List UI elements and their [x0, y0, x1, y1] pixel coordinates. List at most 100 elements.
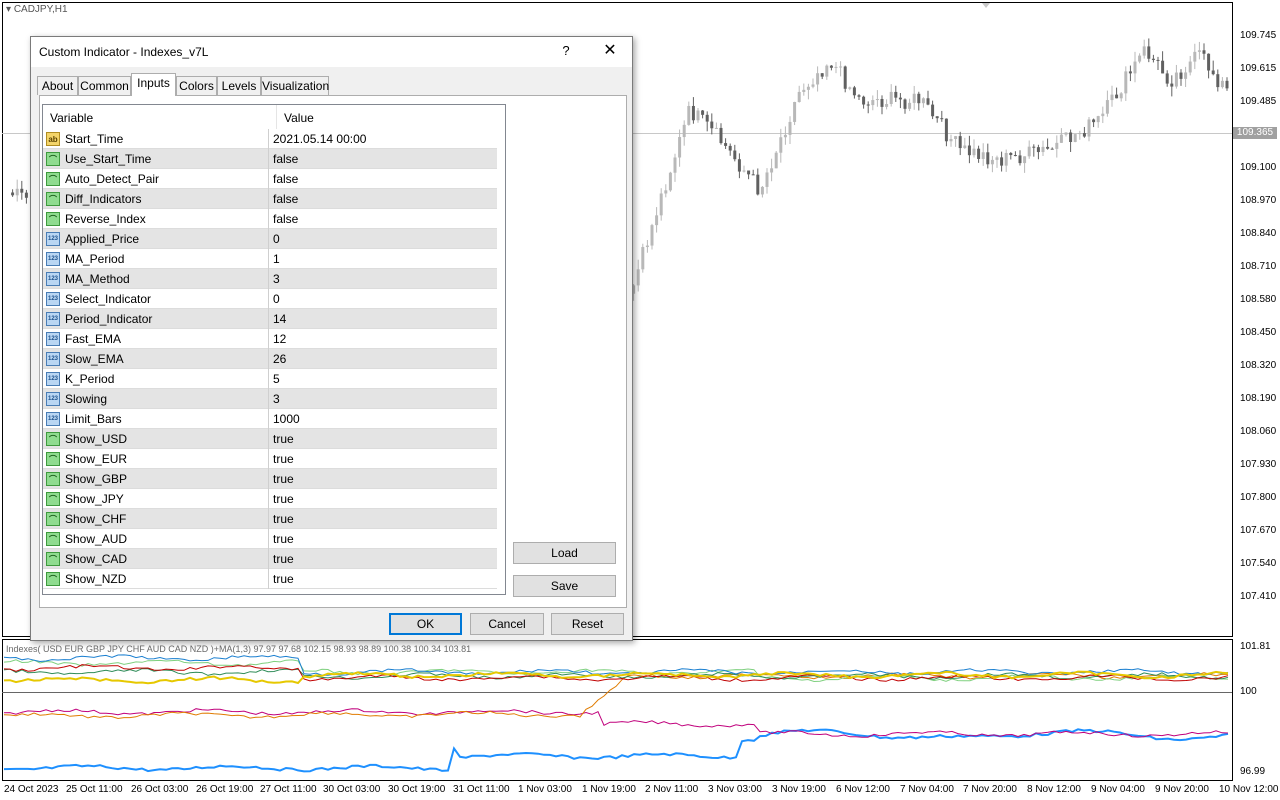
- candle-body: [705, 114, 709, 122]
- column-divider: [268, 549, 269, 569]
- param-row[interactable]: 123 Select_Indicator 0: [43, 289, 497, 309]
- param-row[interactable]: ⌒ Show_CAD true: [43, 549, 497, 569]
- price-tick-label: 109.485: [1240, 96, 1277, 107]
- ok-button[interactable]: OK: [389, 613, 462, 635]
- param-row[interactable]: 123 MA_Period 1: [43, 249, 497, 269]
- param-value[interactable]: true: [273, 492, 294, 506]
- tab-inputs[interactable]: Inputs: [131, 73, 176, 96]
- close-button[interactable]: ✕: [598, 40, 622, 62]
- param-value[interactable]: 5: [273, 372, 280, 386]
- candle-body: [1073, 134, 1077, 142]
- param-row[interactable]: 123 Period_Indicator 14: [43, 309, 497, 329]
- param-value[interactable]: 2021.05.14 00:00: [273, 132, 366, 146]
- candle-body: [995, 157, 999, 160]
- tab-levels[interactable]: Levels: [217, 76, 261, 95]
- reset-button[interactable]: Reset: [551, 613, 624, 635]
- dialog-titlebar[interactable]: Custom Indicator - Indexes_v7L ? ✕: [31, 37, 632, 67]
- param-value[interactable]: 0: [273, 292, 280, 306]
- param-name: Show_NZD: [65, 572, 127, 586]
- param-row[interactable]: 123 Slow_EMA 26: [43, 349, 497, 369]
- price-tick-label: 108.450: [1240, 327, 1277, 338]
- boolean-type-icon: ⌒: [46, 552, 60, 566]
- dialog-title: Custom Indicator - Indexes_v7L: [39, 45, 209, 59]
- time-tick-label: 7 Nov 20:00: [963, 784, 1017, 795]
- candle-body: [664, 190, 668, 194]
- param-row[interactable]: ⌒ Auto_Detect_Pair false: [43, 169, 497, 189]
- param-value[interactable]: true: [273, 512, 294, 526]
- param-value[interactable]: 12: [273, 332, 286, 346]
- tab-common[interactable]: Common: [78, 76, 131, 95]
- cancel-button[interactable]: Cancel: [470, 613, 544, 635]
- param-value[interactable]: 1000: [273, 412, 300, 426]
- param-value[interactable]: 3: [273, 272, 280, 286]
- column-value[interactable]: Value: [284, 111, 314, 125]
- inputs-grid[interactable]: Variable Value ab Start_Time 2021.05.14 00…: [42, 104, 506, 595]
- candle-body: [1179, 72, 1183, 79]
- number-type-icon: 123: [46, 312, 60, 326]
- param-value[interactable]: true: [273, 552, 294, 566]
- param-value[interactable]: 26: [273, 352, 286, 366]
- number-type-icon: 123: [46, 272, 60, 286]
- param-row[interactable]: ⌒ Show_EUR true: [43, 449, 497, 469]
- param-row[interactable]: ⌒ Show_AUD true: [43, 529, 497, 549]
- param-row[interactable]: ⌒ Reverse_Index false: [43, 209, 497, 229]
- param-value[interactable]: true: [273, 432, 294, 446]
- param-row[interactable]: 123 Slowing 3: [43, 389, 497, 409]
- candle-body: [1055, 142, 1059, 149]
- column-divider: [268, 569, 269, 589]
- param-value[interactable]: true: [273, 472, 294, 486]
- candle-body: [898, 97, 902, 100]
- indicator-tick-label: 101.81: [1240, 641, 1271, 652]
- time-tick-label: 3 Nov 03:00: [708, 784, 762, 795]
- param-row[interactable]: 123 K_Period 5: [43, 369, 497, 389]
- candle-body: [779, 137, 783, 153]
- candle-body: [20, 188, 24, 193]
- candle-body: [806, 86, 810, 90]
- tab-colors[interactable]: Colors: [176, 76, 217, 95]
- column-divider: [268, 429, 269, 449]
- param-value[interactable]: false: [273, 152, 298, 166]
- param-value[interactable]: 3: [273, 392, 280, 406]
- param-value[interactable]: 1: [273, 252, 280, 266]
- param-value[interactable]: 14: [273, 312, 286, 326]
- column-divider: [268, 129, 269, 149]
- header-divider[interactable]: [276, 105, 277, 129]
- tab-about[interactable]: About: [37, 76, 78, 95]
- tab-visualization[interactable]: Visualization: [261, 76, 329, 95]
- column-divider: [268, 289, 269, 309]
- param-row[interactable]: ⌒ Diff_Indicators false: [43, 189, 497, 209]
- param-name: Show_USD: [65, 432, 128, 446]
- candle-body: [1105, 100, 1109, 114]
- param-row[interactable]: ⌒ Show_CHF true: [43, 509, 497, 529]
- boolean-type-icon: ⌒: [46, 212, 60, 226]
- column-variable[interactable]: Variable: [50, 111, 93, 125]
- param-row[interactable]: ⌒ Use_Start_Time false: [43, 149, 497, 169]
- help-button[interactable]: ?: [556, 41, 576, 61]
- param-value[interactable]: true: [273, 452, 294, 466]
- grid-header: Variable Value: [43, 105, 505, 129]
- param-row[interactable]: ⌒ Show_GBP true: [43, 469, 497, 489]
- param-value[interactable]: true: [273, 572, 294, 586]
- param-row[interactable]: ⌒ Show_JPY true: [43, 489, 497, 509]
- param-value[interactable]: false: [273, 212, 298, 226]
- param-value[interactable]: false: [273, 172, 298, 186]
- candle-body: [1041, 146, 1045, 153]
- candle-body: [967, 145, 971, 156]
- param-row[interactable]: ⌒ Show_NZD true: [43, 569, 497, 589]
- param-value[interactable]: 0: [273, 232, 280, 246]
- save-button[interactable]: Save: [513, 575, 616, 597]
- column-divider: [268, 449, 269, 469]
- param-value[interactable]: false: [273, 192, 298, 206]
- param-value[interactable]: true: [273, 532, 294, 546]
- param-row[interactable]: 123 Fast_EMA 12: [43, 329, 497, 349]
- load-button[interactable]: Load: [513, 542, 616, 564]
- time-tick-label: 24 Oct 2023: [4, 784, 59, 795]
- param-row[interactable]: 123 Limit_Bars 1000: [43, 409, 497, 429]
- custom-indicator-dialog[interactable]: Custom Indicator - Indexes_v7L ? ✕ About…: [30, 36, 633, 641]
- candle-body: [880, 98, 884, 107]
- param-row[interactable]: ab Start_Time 2021.05.14 00:00: [43, 129, 497, 149]
- candle-body: [1096, 116, 1100, 123]
- param-row[interactable]: 123 Applied_Price 0: [43, 229, 497, 249]
- param-row[interactable]: 123 MA_Method 3: [43, 269, 497, 289]
- param-row[interactable]: ⌒ Show_USD true: [43, 429, 497, 449]
